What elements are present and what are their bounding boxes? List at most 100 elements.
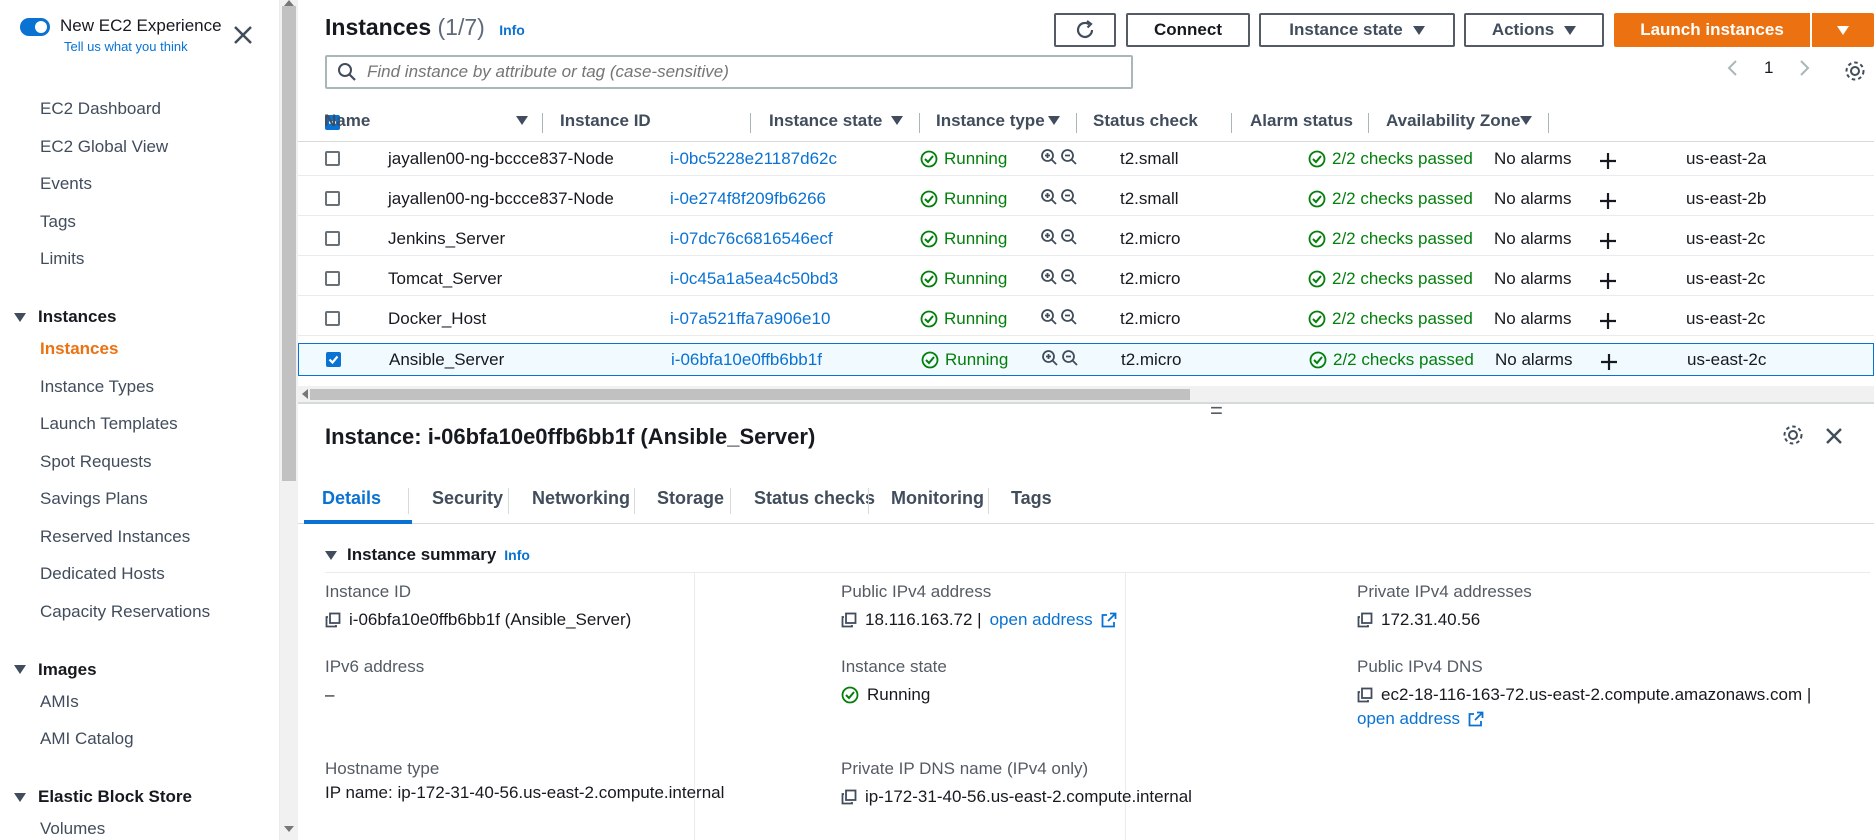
sidebar-section-ebs[interactable]: Elastic Block Store	[0, 779, 278, 817]
external-link-icon[interactable]	[1468, 711, 1484, 727]
cell-status-check[interactable]: 2/2 checks passed	[1309, 350, 1474, 370]
chevron-right-icon[interactable]	[1799, 59, 1811, 77]
tab-security[interactable]: Security	[432, 488, 503, 509]
zoom-in-icon[interactable]	[1040, 228, 1058, 246]
cell-instance-id[interactable]: i-06bfa10e0ffb6bb1f	[671, 350, 822, 370]
table-row[interactable]: Tomcat_Server i-0c45a1a5ea4c50bd3 Running t…	[298, 263, 1874, 296]
plus-icon[interactable]	[1599, 232, 1617, 250]
table-row[interactable]: Ansible_Server i-06bfa10e0ffb6bb1f Running…	[298, 343, 1874, 376]
instance-summary-header[interactable]: Instance summary Info	[325, 545, 530, 565]
plus-icon[interactable]	[1600, 353, 1618, 371]
scroll-left-icon[interactable]	[302, 389, 308, 399]
table-row[interactable]: Jenkins_Server i-07dc76c6816546ecf Running…	[298, 223, 1874, 256]
row-checkbox[interactable]	[325, 191, 340, 206]
row-checkbox[interactable]	[325, 311, 340, 326]
tab-status-checks[interactable]: Status checks	[754, 488, 875, 509]
sidebar-item-ami-catalog[interactable]: AMI Catalog	[0, 726, 278, 764]
column-header-status-check[interactable]: Status check	[1093, 111, 1232, 133]
column-header-name[interactable]: Name	[324, 111, 543, 133]
row-checkbox[interactable]	[325, 231, 340, 246]
cell-status-check[interactable]: 2/2 checks passed	[1308, 149, 1473, 169]
info-link[interactable]: Info	[499, 22, 525, 38]
copy-icon[interactable]	[1357, 687, 1373, 703]
copy-icon[interactable]	[1357, 612, 1373, 628]
feedback-link[interactable]: Tell us what you think	[64, 39, 222, 54]
copy-icon[interactable]	[325, 612, 341, 628]
gear-icon[interactable]	[1844, 60, 1866, 82]
zoom-out-icon[interactable]	[1060, 148, 1078, 166]
zoom-in-icon[interactable]	[1040, 308, 1058, 326]
cell-instance-id[interactable]: i-07a521ffa7a906e10	[670, 309, 830, 329]
row-checkbox[interactable]	[326, 352, 341, 367]
sidebar-item-volumes[interactable]: Volumes	[0, 816, 278, 840]
sidebar-item-dedicated-hosts[interactable]: Dedicated Hosts	[0, 561, 278, 599]
sidebar-scrollbar[interactable]	[280, 0, 298, 840]
sidebar-item-limits[interactable]: Limits	[0, 246, 278, 284]
cell-status-check[interactable]: 2/2 checks passed	[1308, 229, 1473, 249]
sidebar-item-tags[interactable]: Tags	[0, 209, 278, 247]
sidebar-section-instances[interactable]: Instances	[0, 299, 278, 337]
resize-handle-icon[interactable]: =	[1210, 400, 1223, 422]
cell-status-check[interactable]: 2/2 checks passed	[1308, 309, 1473, 329]
connect-button[interactable]: Connect	[1126, 13, 1250, 47]
table-row[interactable]: jayallen00-ng-bccce837-Node i-0e274f8f209…	[298, 183, 1874, 216]
plus-icon[interactable]	[1599, 312, 1617, 330]
table-horizontal-scrollbar[interactable]	[298, 386, 1874, 402]
zoom-out-icon[interactable]	[1060, 188, 1078, 206]
zoom-out-icon[interactable]	[1060, 268, 1078, 286]
plus-icon[interactable]	[1599, 272, 1617, 290]
sidebar-item-capacity-reservations[interactable]: Capacity Reservations	[0, 599, 278, 637]
page-number[interactable]: 1	[1764, 58, 1773, 78]
zoom-out-icon[interactable]	[1060, 308, 1078, 326]
launch-dropdown-button[interactable]	[1812, 13, 1874, 47]
copy-icon[interactable]	[841, 789, 857, 805]
scroll-down-icon[interactable]	[284, 826, 294, 832]
column-header-availability-zone[interactable]: Availability Zone	[1386, 111, 1549, 133]
row-checkbox[interactable]	[325, 151, 340, 166]
launch-instances-button[interactable]: Launch instances	[1614, 13, 1810, 47]
sidebar-item-ec2-dashboard[interactable]: EC2 Dashboard	[0, 96, 278, 134]
plus-icon[interactable]	[1599, 152, 1617, 170]
tab-storage[interactable]: Storage	[657, 488, 724, 509]
sidebar-item-events[interactable]: Events	[0, 171, 278, 209]
sidebar-item-amis[interactable]: AMIs	[0, 689, 278, 727]
cell-instance-id[interactable]: i-0c45a1a5ea4c50bd3	[670, 269, 838, 289]
open-address-link[interactable]: open address	[990, 610, 1093, 630]
column-header-instance-type[interactable]: Instance type	[936, 111, 1077, 133]
column-header-instance-id[interactable]: Instance ID	[560, 111, 751, 133]
sidebar-section-images[interactable]: Images	[0, 651, 278, 689]
row-checkbox[interactable]	[325, 271, 340, 286]
column-header-instance-state[interactable]: Instance state	[769, 111, 920, 133]
zoom-in-icon[interactable]	[1040, 268, 1058, 286]
gear-icon[interactable]	[1782, 424, 1804, 446]
zoom-in-icon[interactable]	[1041, 349, 1059, 367]
close-icon[interactable]	[1824, 426, 1844, 446]
cell-instance-id[interactable]: i-07dc76c6816546ecf	[670, 229, 833, 249]
search-input[interactable]	[367, 62, 1107, 82]
open-address-link[interactable]: open address	[1357, 709, 1460, 729]
plus-icon[interactable]	[1599, 192, 1617, 210]
copy-icon[interactable]	[841, 612, 857, 628]
chevron-left-icon[interactable]	[1726, 59, 1738, 77]
table-row[interactable]: jayallen00-ng-bccce837-Node i-0bc5228e211…	[298, 143, 1874, 176]
cell-status-check[interactable]: 2/2 checks passed	[1308, 269, 1473, 289]
tab-monitoring[interactable]: Monitoring	[891, 488, 984, 509]
column-header-alarm-status[interactable]: Alarm status	[1250, 111, 1369, 133]
external-link-icon[interactable]	[1101, 612, 1117, 628]
sidebar-item-launch-templates[interactable]: Launch Templates	[0, 411, 278, 449]
tab-networking[interactable]: Networking	[532, 488, 630, 509]
sidebar-item-reserved-instances[interactable]: Reserved Instances	[0, 524, 278, 562]
sidebar-item-savings-plans[interactable]: Savings Plans	[0, 486, 278, 524]
scrollbar-thumb[interactable]	[310, 389, 1190, 400]
zoom-out-icon[interactable]	[1060, 228, 1078, 246]
search-field[interactable]	[325, 55, 1133, 89]
new-experience-toggle[interactable]	[20, 18, 50, 36]
info-link[interactable]: Info	[504, 547, 530, 563]
cell-instance-id[interactable]: i-0bc5228e21187d62c	[670, 149, 837, 169]
zoom-in-icon[interactable]	[1040, 148, 1058, 166]
sidebar-item-instances[interactable]: Instances	[0, 336, 278, 374]
instance-state-button[interactable]: Instance state	[1259, 13, 1455, 47]
tab-details[interactable]: Details	[322, 488, 381, 509]
sidebar-item-instance-types[interactable]: Instance Types	[0, 374, 278, 412]
close-icon[interactable]	[232, 24, 254, 46]
